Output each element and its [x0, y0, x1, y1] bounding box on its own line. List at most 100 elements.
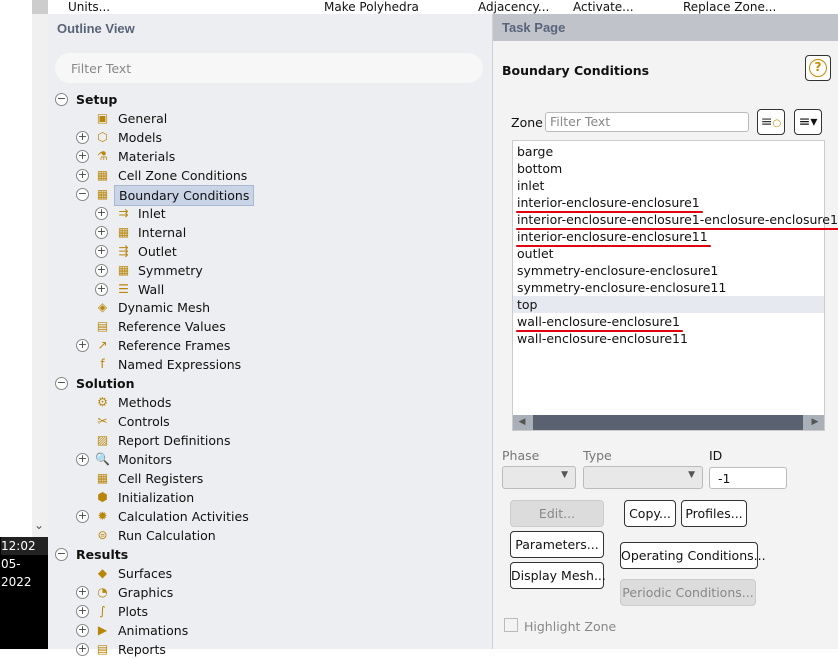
operating-conditions-button[interactable]: Operating Conditions...	[620, 542, 766, 569]
tree-item-icon: ◔	[97, 584, 108, 599]
units-button[interactable]: Units...	[68, 0, 110, 14]
chevron-down-icon[interactable]: ⌄	[34, 518, 44, 532]
profiles-button[interactable]: Profiles...	[681, 500, 747, 527]
expand-icon[interactable]: +	[76, 509, 89, 523]
collapse-icon[interactable]: −	[55, 93, 68, 106]
edit-button[interactable]: Edit...	[510, 500, 604, 527]
expand-icon[interactable]: +	[95, 263, 108, 277]
scroll-right-icon[interactable]: ▶	[806, 415, 824, 430]
tree-item-internal[interactable]: + ▦ Internal	[48, 223, 488, 242]
expand-icon[interactable]: +	[76, 642, 89, 656]
expand-icon[interactable]: +	[95, 206, 108, 220]
expand-icon[interactable]: +	[76, 339, 89, 353]
chevron-down-icon: ▼	[561, 470, 568, 480]
expand-icon[interactable]: +	[95, 225, 108, 239]
tree-item-wall[interactable]: + ☰ Wall	[48, 280, 488, 299]
tree-item-reference-values[interactable]: ▤ Reference Values	[48, 317, 488, 336]
periodic-conditions-button[interactable]: Periodic Conditions...	[620, 579, 756, 606]
tree-item-named-expressions[interactable]: f Named Expressions	[48, 355, 488, 374]
collapse-icon[interactable]: −	[55, 377, 68, 391]
tree-item-initialization[interactable]: ⬢ Initialization	[48, 488, 488, 507]
expand-icon[interactable]: +	[95, 244, 108, 258]
zone-list-item[interactable]: symmetry-enclosure-enclosure1	[513, 262, 824, 279]
tree-item-icon: ▦	[96, 471, 109, 485]
id-label: ID	[709, 448, 723, 463]
id-field[interactable]: -1	[709, 467, 787, 489]
tree-item-cell-zone-conditions[interactable]: + ▦ Cell Zone Conditions	[48, 166, 488, 185]
tree-item-outlet[interactable]: + ⇶ Outlet	[48, 242, 488, 261]
tree-item-label: Reference Frames	[118, 338, 231, 354]
tree-item-materials[interactable]: + ⚗ Materials	[48, 147, 488, 166]
tree-item-cell-registers[interactable]: ▦ Cell Registers	[48, 469, 488, 488]
expand-icon[interactable]: +	[76, 623, 89, 637]
tree-item-plots[interactable]: + ∫ Plots	[48, 602, 488, 621]
parameters-button[interactable]: Parameters...	[510, 531, 604, 558]
vertical-scrollbar[interactable]	[32, 0, 48, 537]
tree-item-graphics[interactable]: + ◔ Graphics	[48, 583, 488, 602]
zone-list-item[interactable]: bottom	[513, 160, 824, 177]
tree-item-methods[interactable]: ⚙ Methods	[48, 393, 488, 412]
tree-item-animations[interactable]: + ▶ Animations	[48, 621, 488, 640]
filter-list-icon: ≡	[760, 114, 773, 130]
outline-filter-input[interactable]: Filter Text	[55, 53, 483, 83]
clock-date: 05-2022	[1, 557, 32, 589]
zone-list[interactable]: barge bottom inlet interior-enclosure-enclo…	[512, 140, 838, 431]
tree-item-icon: ▦	[117, 262, 130, 277]
tree-item-surfaces[interactable]: ◆ Surfaces	[48, 564, 488, 583]
zone-name: interior-enclosure-enclosure1-enclosure-…	[517, 212, 838, 227]
tree-item-symmetry[interactable]: + ▦ Symmetry	[48, 261, 488, 280]
tree-item-boundary-conditions[interactable]: − ▦ Boundary Conditions	[48, 184, 488, 206]
zone-list-item[interactable]: wall-enclosure-enclosure11	[513, 330, 824, 347]
tree-item-reference-frames[interactable]: + ↗ Reference Frames	[48, 336, 488, 355]
type-dropdown[interactable]: ▼	[583, 466, 703, 489]
expand-icon[interactable]: +	[76, 585, 89, 599]
zone-list-item[interactable]: inlet	[513, 177, 824, 194]
phase-dropdown[interactable]: ▼	[502, 466, 576, 489]
zone-list-item[interactable]: barge	[513, 143, 824, 160]
tree-item-results[interactable]: − Results	[48, 545, 488, 564]
zone-filter-input[interactable]: Filter Text	[545, 112, 749, 132]
scroll-left-icon[interactable]: ◀	[513, 415, 531, 430]
zone-list-item[interactable]: symmetry-enclosure-enclosure11	[513, 279, 824, 298]
tree-item-reports[interactable]: + ▤ Reports	[48, 640, 488, 659]
display-mesh-button[interactable]: Display Mesh...	[510, 562, 606, 589]
zone-list-item[interactable]: interior-enclosure-enclosure1	[513, 194, 824, 213]
activate-button[interactable]: Activate...	[573, 0, 634, 14]
tree-item-calculation-activities[interactable]: + ✹ Calculation Activities	[48, 507, 488, 526]
zone-list-item[interactable]: wall-enclosure-enclosure1	[513, 313, 824, 332]
expand-icon[interactable]: +	[76, 604, 89, 618]
tree-item-run-calculation[interactable]: ⊜ Run Calculation	[48, 526, 488, 545]
expand-icon[interactable]: +	[76, 130, 89, 144]
sort-list-button[interactable]: ≡▾	[794, 109, 822, 135]
tree-item-label: Initialization	[118, 489, 195, 505]
expand-icon[interactable]: +	[76, 168, 89, 182]
tree-item-setup[interactable]: − Setup	[48, 90, 488, 109]
zone-list-item[interactable]: interior-enclosure-enclosure1-enclosure-…	[513, 211, 838, 230]
tree-item-general[interactable]: ▣ General	[48, 109, 488, 128]
tree-item-models[interactable]: + ⬡ Models	[48, 128, 488, 147]
expand-icon[interactable]: +	[95, 282, 108, 296]
tree-item-report-definitions[interactable]: ▨ Report Definitions	[48, 431, 488, 450]
make-polyhedra-button[interactable]: Make Polyhedra	[324, 0, 419, 14]
tree-item-controls[interactable]: ✂ Controls	[48, 412, 488, 431]
copy-button[interactable]: Copy...	[624, 500, 676, 527]
expand-icon[interactable]: +	[76, 453, 89, 467]
expand-icon[interactable]: +	[76, 149, 89, 163]
tree-item-solution[interactable]: − Solution	[48, 374, 488, 393]
tree-item-inlet[interactable]: + ⇉ Inlet	[48, 204, 488, 223]
collapse-icon[interactable]: −	[76, 187, 89, 201]
zone-list-item[interactable]: interior-enclosure-enclosure11	[513, 228, 824, 247]
tree-item-label: Dynamic Mesh	[118, 300, 211, 316]
collapse-icon[interactable]: −	[55, 547, 68, 561]
zone-list-item[interactable]: outlet	[513, 245, 824, 262]
adjacency-button[interactable]: Adjacency...	[478, 0, 549, 14]
tree-item-icon: ⬢	[97, 489, 108, 504]
help-button[interactable]: ?	[805, 55, 831, 81]
horizontal-scrollbar[interactable]: ◀ ▶	[513, 415, 824, 430]
replace-zone-button[interactable]: Replace Zone...	[683, 0, 776, 14]
filter-options-button[interactable]: ≡○	[757, 109, 785, 135]
zone-list-item[interactable]: top	[513, 296, 824, 313]
tree-item-monitors[interactable]: + 🔍 Monitors	[48, 450, 488, 469]
tree-item-dynamic-mesh[interactable]: ◈ Dynamic Mesh	[48, 298, 488, 317]
highlight-zone-checkbox[interactable]	[504, 618, 518, 632]
